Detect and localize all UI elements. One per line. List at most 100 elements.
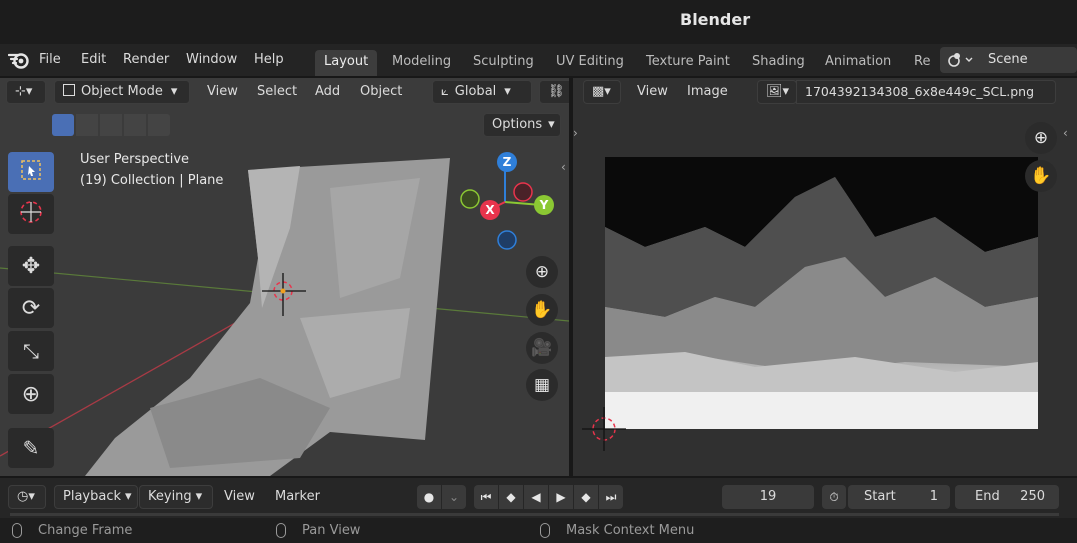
- clock-icon: ◷▾: [17, 489, 35, 504]
- chevron-down-icon: ▾: [125, 489, 132, 504]
- tool-annotate[interactable]: ✎: [8, 428, 54, 468]
- tool-select-box[interactable]: [8, 152, 54, 192]
- image-pan-button[interactable]: ✋: [1025, 160, 1057, 192]
- sidebar-toggle-icon[interactable]: ‹: [1063, 126, 1068, 140]
- current-frame-field[interactable]: 19: [722, 485, 814, 509]
- end-label: End: [975, 489, 1000, 504]
- status-left: Change Frame: [38, 523, 133, 538]
- viewport-menu-object[interactable]: Object: [360, 84, 402, 99]
- annotate-icon: ✎: [22, 436, 40, 460]
- editor-type-button[interactable]: ⊹▾: [6, 80, 46, 104]
- tool-scale[interactable]: ⤡: [8, 331, 54, 371]
- rotate-icon: ⟳: [21, 295, 41, 321]
- play-icon: ▶: [556, 490, 566, 504]
- object-mode-icon: [63, 84, 75, 96]
- image-menu-image[interactable]: Image: [687, 84, 728, 99]
- select-new-icon[interactable]: [52, 114, 74, 136]
- status-bar: Change Frame Pan View Mask Context Menu: [0, 518, 1077, 543]
- gizmo-z-label: Z: [503, 155, 512, 169]
- viewport-menu-view[interactable]: View: [207, 84, 238, 99]
- tool-cursor[interactable]: [8, 194, 54, 234]
- timeline-menu-view[interactable]: View: [224, 489, 255, 504]
- tab-rendering[interactable]: Re: [905, 50, 939, 76]
- jump-start-button[interactable]: ⏮: [474, 485, 498, 509]
- tool-rotate[interactable]: ⟳: [8, 288, 54, 328]
- select-extend-icon[interactable]: [76, 114, 98, 136]
- tool-shelf-toggle-icon[interactable]: ›: [573, 126, 578, 140]
- select-subtract-icon[interactable]: [100, 114, 122, 136]
- hand-icon: ✋: [531, 300, 553, 320]
- select-intersect-icon[interactable]: [148, 114, 170, 136]
- window-title: Blender: [680, 10, 751, 29]
- tab-uv-editing[interactable]: UV Editing: [547, 50, 633, 76]
- snap-toggle[interactable]: ⛓: [539, 80, 569, 104]
- image-browse-button[interactable]: 🖼▾: [757, 80, 797, 104]
- stopwatch-icon: ⏱: [829, 489, 839, 504]
- record-button[interactable]: ●: [417, 485, 441, 509]
- timeline-menu-marker[interactable]: Marker: [275, 489, 320, 504]
- navigation-gizmo[interactable]: Z Y X: [455, 150, 560, 258]
- timeline-editor-type-button[interactable]: ◷▾: [8, 485, 46, 509]
- record-options-button[interactable]: ⌄: [442, 485, 466, 509]
- tab-modeling[interactable]: Modeling: [383, 50, 460, 76]
- timeline-scrollbar[interactable]: [10, 513, 1059, 516]
- transform-icon: ⊕: [21, 381, 41, 407]
- 2d-cursor-icon[interactable]: [579, 404, 629, 454]
- tool-move[interactable]: ✥: [8, 246, 54, 286]
- record-icon: ●: [423, 490, 435, 504]
- end-frame-field[interactable]: End 250: [955, 485, 1059, 509]
- menu-render[interactable]: Render: [123, 52, 169, 67]
- menu-file[interactable]: File: [39, 52, 61, 67]
- tab-animation[interactable]: Animation: [816, 50, 900, 76]
- orientation-icon: ⟀: [441, 84, 449, 99]
- tab-layout[interactable]: Layout: [315, 50, 378, 76]
- menu-window[interactable]: Window: [186, 52, 237, 67]
- image-editor-type-button[interactable]: ▩▾: [583, 80, 621, 104]
- ortho-toggle-button[interactable]: ▦: [526, 369, 558, 401]
- keying-menu[interactable]: Keying ▾: [139, 485, 213, 509]
- chevron-down-icon: ▾: [504, 84, 511, 99]
- blender-logo-icon[interactable]: [7, 50, 30, 74]
- mouse-right-icon: [540, 523, 550, 538]
- select-invert-icon[interactable]: [124, 114, 146, 136]
- transform-gizmo-icon: ⊹▾: [15, 84, 33, 99]
- jump-end-button[interactable]: ⏭: [599, 485, 623, 509]
- move-icon: ✥: [21, 253, 41, 279]
- transform-orientation-selector[interactable]: ⟀ Global ▾: [432, 80, 532, 104]
- pan-button[interactable]: ✋: [526, 294, 558, 326]
- sidebar-toggle-icon[interactable]: ‹: [561, 160, 566, 174]
- mode-selector[interactable]: Object Mode ▾: [54, 80, 190, 104]
- viewport-overlay-text: User Perspective (19) Collection | Plane: [80, 152, 223, 188]
- chevron-down-icon: ▾: [195, 489, 203, 504]
- playback-menu[interactable]: Playback ▾: [54, 485, 138, 509]
- mode-label: Object Mode: [81, 84, 163, 99]
- start-frame-field[interactable]: Start 1: [848, 485, 950, 509]
- tab-sculpting[interactable]: Sculpting: [464, 50, 543, 76]
- options-button[interactable]: Options ▾: [483, 113, 561, 137]
- view-perspective-label: User Perspective: [80, 152, 190, 167]
- viewport-menu-select[interactable]: Select: [257, 84, 297, 99]
- 3d-viewport[interactable]: ⊹▾ Object Mode ▾ View Select Add Object ⟀…: [0, 78, 569, 476]
- viewport-menu-add[interactable]: Add: [315, 84, 340, 99]
- image-menu-view[interactable]: View: [637, 84, 668, 99]
- menu-edit[interactable]: Edit: [81, 52, 106, 67]
- scene-selector[interactable]: Scene: [940, 47, 1077, 73]
- status-middle: Pan View: [302, 523, 361, 538]
- preview-range-button[interactable]: ⏱: [822, 485, 846, 509]
- zoom-button[interactable]: ⊕: [526, 256, 558, 288]
- tab-shading[interactable]: Shading: [743, 50, 814, 76]
- next-keyframe-icon: ◆: [581, 490, 591, 504]
- play-reverse-button[interactable]: ◀: [524, 485, 548, 509]
- image-zoom-button[interactable]: ⊕: [1025, 122, 1057, 154]
- image-name-field[interactable]: 1704392134308_6x8e449c_SCL.png: [796, 80, 1056, 104]
- image-editor[interactable]: ▩▾ View Image 🖼▾ 1704392134308_6x8e449c_…: [573, 78, 1077, 476]
- menu-help[interactable]: Help: [254, 52, 284, 67]
- tool-transform[interactable]: ⊕: [8, 374, 54, 414]
- play-button[interactable]: ▶: [549, 485, 573, 509]
- timeline: ◷▾ Playback ▾ Keying ▾ View Marker ● ⌄ ⏮ ◆…: [0, 478, 1077, 518]
- next-keyframe-button[interactable]: ◆: [574, 485, 598, 509]
- mouse-middle-icon: [276, 523, 286, 538]
- camera-view-button[interactable]: 🎥: [526, 332, 558, 364]
- prev-keyframe-button[interactable]: ◆: [499, 485, 523, 509]
- tab-texture-paint[interactable]: Texture Paint: [637, 50, 739, 76]
